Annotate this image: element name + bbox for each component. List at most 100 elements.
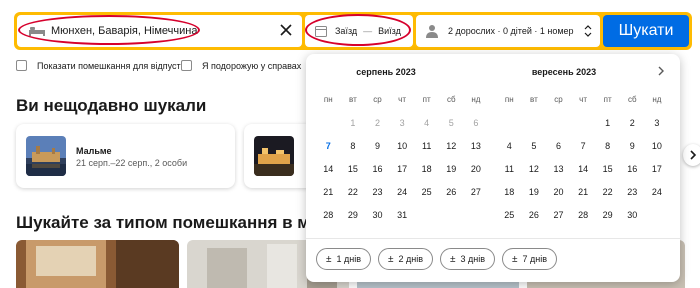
- calendar-day[interactable]: 13: [464, 134, 489, 157]
- calendar-day[interactable]: 8: [341, 134, 366, 157]
- calendar-day[interactable]: 6: [546, 134, 571, 157]
- calendar-day[interactable]: 9: [365, 134, 390, 157]
- calendar-day[interactable]: 24: [645, 180, 670, 203]
- business-trip-checkbox-row[interactable]: Я подорожую у справах: [181, 60, 301, 71]
- calendar-day[interactable]: 20: [546, 180, 571, 203]
- search-button[interactable]: Шукати: [603, 15, 689, 47]
- recent-search-thumbnail: [254, 136, 294, 176]
- calendar-day[interactable]: 1: [595, 111, 620, 134]
- calendar-day: 1: [350, 117, 356, 128]
- calendar-empty-cell: [546, 111, 571, 134]
- calendar-empty-cell: [316, 111, 341, 134]
- business-trip-checkbox[interactable]: [181, 60, 192, 71]
- calendar-day[interactable]: 28: [316, 203, 341, 226]
- month-title-august: серпень 2023: [356, 67, 416, 77]
- calendar-day[interactable]: 5: [522, 134, 547, 157]
- flexible-dates-chip[interactable]: ±2 днів: [378, 248, 434, 270]
- calendar-day[interactable]: 12: [522, 157, 547, 180]
- calendar-day[interactable]: 16: [620, 157, 645, 180]
- calendar-day[interactable]: 9: [620, 134, 645, 157]
- calendar-day[interactable]: 14: [316, 157, 341, 180]
- calendar-day[interactable]: 15: [341, 157, 366, 180]
- calendar-day[interactable]: 26: [522, 203, 547, 226]
- flexible-dates-chip-label: 2 днів: [398, 254, 424, 264]
- calendar-day[interactable]: 29: [341, 203, 366, 226]
- plus-minus-icon: ±: [512, 253, 518, 265]
- calendar-day[interactable]: 25: [414, 180, 439, 203]
- calendar-day[interactable]: 30: [365, 203, 390, 226]
- weekday-label: вт: [530, 95, 538, 104]
- calendar-day[interactable]: 17: [645, 157, 670, 180]
- calendar-day[interactable]: 27: [464, 180, 489, 203]
- weekday-label: чт: [398, 95, 406, 104]
- calendar-day[interactable]: 21: [316, 180, 341, 203]
- destination-value: Мюнхен, Баварія, Німеччина: [51, 25, 198, 37]
- calendar-day[interactable]: 2: [620, 111, 645, 134]
- calendar-day[interactable]: 22: [341, 180, 366, 203]
- carousel-next-button[interactable]: [683, 144, 700, 166]
- calendar-day: 5: [448, 117, 454, 128]
- flexible-dates-chip[interactable]: ±1 днів: [316, 248, 372, 270]
- calendar-day[interactable]: 4: [497, 134, 522, 157]
- chevron-updown-icon: [584, 25, 592, 37]
- calendar-day[interactable]: 23: [620, 180, 645, 203]
- calendar-day[interactable]: 17: [390, 157, 415, 180]
- calendar-day[interactable]: 18: [414, 157, 439, 180]
- plus-minus-icon: ±: [326, 253, 332, 265]
- calendar-day[interactable]: 11: [497, 157, 522, 180]
- dates-field[interactable]: Заїзд — Виїзд: [305, 15, 413, 47]
- calendar-day[interactable]: 18: [497, 180, 522, 203]
- chevron-right-icon[interactable]: [656, 66, 666, 76]
- flexible-dates-chip[interactable]: ±7 днів: [502, 248, 558, 270]
- calendar-day[interactable]: 27: [546, 203, 571, 226]
- calendar-day[interactable]: 20: [464, 157, 489, 180]
- calendar-day[interactable]: 21: [571, 180, 596, 203]
- calendar-day[interactable]: 24: [390, 180, 415, 203]
- calendar-day[interactable]: 31: [390, 203, 415, 226]
- calendar-day[interactable]: 10: [390, 134, 415, 157]
- calendar-day[interactable]: 26: [439, 180, 464, 203]
- calendar-day[interactable]: 7: [571, 134, 596, 157]
- calendar-day[interactable]: 30: [620, 203, 645, 226]
- calendar-day[interactable]: 22: [595, 180, 620, 203]
- dates-dash: —: [363, 26, 373, 36]
- calendar-day[interactable]: 25: [497, 203, 522, 226]
- calendar-day[interactable]: 28: [571, 203, 596, 226]
- dates-text: Заїзд — Виїзд: [335, 26, 401, 36]
- clear-icon[interactable]: [278, 22, 294, 38]
- calendar-day[interactable]: 15: [595, 157, 620, 180]
- destination-field[interactable]: Мюнхен, Баварія, Німеччина: [17, 15, 302, 47]
- recent-search-title: Мальме: [76, 146, 112, 156]
- calendar-day[interactable]: 19: [522, 180, 547, 203]
- weekday-label: пн: [323, 95, 333, 104]
- calendar-day[interactable]: 8: [595, 134, 620, 157]
- divider: [306, 238, 680, 239]
- weekday-label: нд: [652, 95, 662, 104]
- calendar-day[interactable]: 23: [365, 180, 390, 203]
- flexible-dates-chip-label: 7 днів: [522, 254, 548, 264]
- calendar-icon: [315, 26, 327, 37]
- calendar-day[interactable]: 10: [645, 134, 670, 157]
- calendar-day[interactable]: 19: [439, 157, 464, 180]
- weekday-label: пт: [422, 95, 431, 104]
- flexible-dates-chip[interactable]: ±3 днів: [440, 248, 496, 270]
- weekday-label: сб: [627, 95, 637, 104]
- property-type-photo[interactable]: [16, 240, 179, 288]
- calendar-day[interactable]: 11: [414, 134, 439, 157]
- calendar-day[interactable]: 29: [595, 203, 620, 226]
- calendar-day[interactable]: 7: [316, 134, 341, 157]
- calendar-day[interactable]: 13: [546, 157, 571, 180]
- calendar-day[interactable]: 16: [365, 157, 390, 180]
- guests-field[interactable]: 2 дорослих · 0 дітей · 1 номер: [416, 15, 600, 47]
- plus-minus-icon: ±: [388, 253, 394, 265]
- calendar-day[interactable]: 3: [645, 111, 670, 134]
- vacation-rentals-checkbox[interactable]: [16, 60, 27, 71]
- calendar-day: 2: [374, 117, 380, 128]
- vacation-rentals-checkbox-row[interactable]: Показати помешкання для відпустки: [16, 60, 190, 71]
- calendar-day[interactable]: 14: [571, 157, 596, 180]
- recent-search-card-partial[interactable]: [244, 124, 314, 188]
- calendar-day: 4: [424, 117, 430, 128]
- recent-search-card[interactable]: Мальме 21 серп.–22 серп., 2 особи: [16, 124, 235, 188]
- bed-icon: [29, 27, 45, 36]
- calendar-day[interactable]: 12: [439, 134, 464, 157]
